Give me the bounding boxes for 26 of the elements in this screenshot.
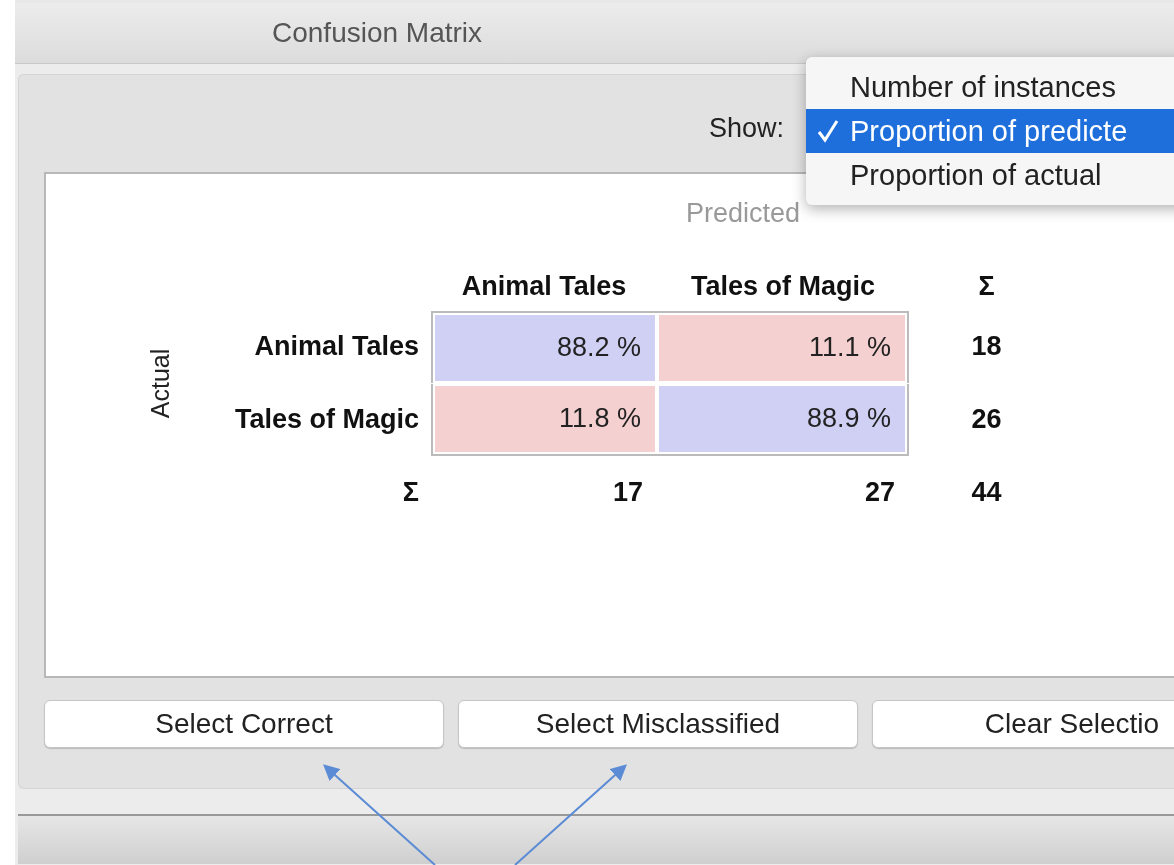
column-header: Animal Tales [460,270,628,302]
row-sum: 26 [970,404,1003,435]
column-sum: 17 [611,477,644,508]
predicted-label: Predicted [686,198,801,229]
column-header: Tales of Magic [689,270,876,302]
check-icon [817,119,839,143]
row-header: Animal Tales [253,331,420,362]
sum-row-label: Σ [401,477,420,508]
row-header: Tales of Magic [233,404,420,435]
matrix-cell[interactable]: 88.2 % [433,312,657,383]
show-label: Show: [708,113,784,144]
action-button[interactable]: Select Correct [44,700,444,748]
action-button[interactable]: Select Misclassified [458,700,858,748]
menu-item[interactable]: Proportion of predicte [806,109,1174,153]
menu-item[interactable]: Proportion of actual [806,153,1174,197]
total-sum: 44 [970,477,1003,508]
action-button[interactable]: Clear Selectio [872,700,1174,748]
window-title: Confusion Matrix [272,17,483,49]
column-sum: 27 [863,477,896,508]
row-sum: 18 [970,331,1003,362]
matrix-cell[interactable]: 88.9 % [657,383,907,454]
menu-item[interactable]: Number of instances [806,65,1174,109]
matrix-cell[interactable]: 11.1 % [657,312,907,383]
matrix-cell[interactable]: 11.8 % [433,383,657,454]
actual-label: Actual [146,348,176,418]
sum-header: Σ [977,270,996,302]
